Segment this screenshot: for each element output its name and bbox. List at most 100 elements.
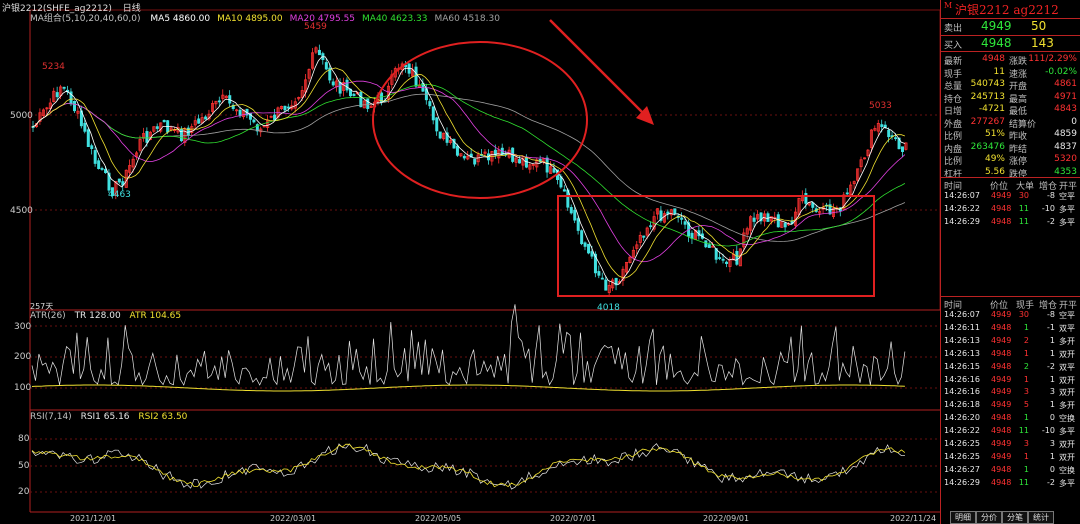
tick-direction: 多开 [1059, 336, 1075, 346]
candle-body [145, 131, 149, 143]
tick-row[interactable]: 14:26:29 4948 11 -2 多平 [941, 216, 1080, 230]
tick-price: 4948 [991, 203, 1012, 213]
candle-body [559, 176, 563, 188]
stat-value: 4971 [1054, 91, 1077, 102]
candle-body [73, 100, 77, 112]
tick-price: 4948 [991, 348, 1012, 358]
price-tick-5000: 5000 [10, 111, 33, 121]
candle-body [93, 150, 97, 164]
candle-body [680, 217, 684, 220]
candle-body [204, 116, 208, 120]
tick-row[interactable]: 14:26:11 4948 1 -1 双平 [941, 322, 1080, 336]
tick-time: 14:26:25 [944, 451, 980, 461]
tick-row[interactable]: 14:26:13 4948 1 1 双开 [941, 348, 1080, 362]
candle-body [707, 244, 711, 248]
atr-label[interactable]: ATR(26) [30, 311, 66, 321]
date-tick-2022-09-01: 2022/09/01 [703, 514, 750, 523]
tick-row[interactable]: 14:26:16 4949 3 3 双开 [941, 386, 1080, 400]
ask-row[interactable]: 卖出 4949 50 [941, 18, 1080, 35]
tick-row[interactable]: 14:26:29 4948 11 -2 多平 [941, 477, 1080, 491]
candle-body [573, 209, 577, 221]
candle-body [100, 168, 104, 170]
rsi1-value: RSI1 65.16 [80, 412, 130, 422]
tick-price: 4948 [991, 464, 1012, 474]
chart-canvas[interactable] [0, 0, 940, 524]
tick-qty: 3 [1023, 439, 1029, 448]
tick-qty: 1 [1023, 348, 1029, 358]
candle-body [62, 86, 66, 89]
tick-row[interactable]: 14:26:16 4949 1 1 双开 [941, 374, 1080, 388]
candle-body [117, 178, 121, 183]
candle-body [438, 131, 442, 139]
tick-direction: 多平 [1059, 204, 1075, 214]
ask-volume: 50 [1031, 19, 1047, 33]
tick-qty: 3 [1023, 387, 1029, 397]
tick-price: 4948 [991, 216, 1012, 226]
rsi-label[interactable]: RSI(7,14) [30, 412, 72, 422]
tick-change: -2 [1047, 216, 1055, 226]
tick-change: 1 [1049, 451, 1055, 461]
tick-direction: 多平 [1059, 217, 1075, 227]
tick-qty: 1 [1023, 374, 1029, 384]
tick-row[interactable]: 14:26:25 4949 3 3 双开 [941, 438, 1080, 452]
stat-value: 4837 [1054, 141, 1077, 152]
atr-tick-200: 200 [14, 352, 32, 362]
ma-legend-label[interactable]: MA组合(5,10,20,40,60,0) [30, 14, 141, 24]
date-tick-2021-12-01: 2021/12/01 [70, 514, 117, 523]
tick-row[interactable]: 14:26:18 4949 5 1 多开 [941, 399, 1080, 413]
tick-row[interactable]: 14:26:25 4949 1 1 双开 [941, 451, 1080, 465]
tab-2[interactable]: 分笔 [1002, 511, 1028, 524]
candle-body [711, 245, 715, 248]
candle-body [683, 221, 687, 225]
tick-time: 14:26:16 [944, 387, 980, 397]
stat-value: -0.02% [1045, 66, 1077, 77]
tick-row[interactable]: 14:26:22 4948 11 -10 多平 [941, 203, 1080, 217]
bid-row[interactable]: 买入 4948 143 [941, 35, 1080, 52]
tick-direction: 双平 [1059, 323, 1075, 333]
candle-body [721, 258, 725, 261]
kline-chart-area[interactable]: 沪银2212(SHFE_ag2212) 日线 MA组合(5,10,20,40,6… [0, 0, 940, 524]
tick-direction: 空平 [1059, 192, 1075, 201]
annotation-high-5459: 5459 [304, 22, 327, 32]
tick-row[interactable]: 14:26:22 4948 11 -10 多平 [941, 425, 1080, 439]
tick-direction: 多开 [1059, 401, 1075, 411]
tick-qty: 2 [1023, 361, 1029, 371]
candle-body [359, 91, 363, 108]
stat-value: 5.56 [984, 166, 1005, 177]
candle-body [552, 168, 556, 173]
tick-time: 14:26:07 [944, 310, 980, 319]
tick-price: 4949 [991, 451, 1012, 461]
tab-1[interactable]: 分价 [976, 511, 1002, 524]
tick-row[interactable]: 14:26:15 4948 2 -2 双平 [941, 361, 1080, 375]
tick-row[interactable]: 14:26:27 4948 1 0 空换 [941, 464, 1080, 478]
tab-3[interactable]: 统计 [1028, 511, 1054, 524]
stat-value: 540743 [970, 79, 1005, 89]
candle-body [725, 261, 729, 264]
stat-value: 277267 [970, 116, 1005, 127]
tick-row[interactable]: 14:26:20 4948 1 0 空换 [941, 412, 1080, 426]
rsi-tick-80: 80 [18, 434, 30, 444]
tick-qty: 1 [1023, 413, 1029, 423]
tick-time: 14:26:20 [944, 413, 980, 423]
ask-price: 4949 [981, 19, 1012, 33]
candle-body [887, 129, 891, 138]
tick-row[interactable]: 14:26:13 4949 2 1 多开 [941, 335, 1080, 349]
tick-row[interactable]: 14:26:07 4949 30 -8 空平 [941, 190, 1080, 204]
rsi-tick-20: 20 [18, 487, 30, 497]
bid-volume: 143 [1031, 36, 1054, 50]
ma-legend-item: MA60 4518.30 [434, 14, 500, 24]
tick-price: 4949 [991, 400, 1012, 410]
tick-change: 3 [1049, 387, 1055, 397]
ma20-line [31, 80, 906, 263]
ma-legend-item: MA40 4623.33 [362, 14, 428, 24]
tab-0[interactable]: 明细 [950, 511, 976, 524]
candle-body [583, 242, 587, 247]
tick-qty: 1 [1023, 322, 1029, 332]
tick-row[interactable]: 14:26:07 4949 30 -8 空平 [941, 309, 1080, 323]
divider [941, 51, 1080, 52]
tick-time: 14:26:22 [944, 203, 980, 213]
candle-body [518, 159, 522, 164]
candle-body [752, 217, 756, 222]
atr-tr-value: TR 128.00 [74, 311, 121, 321]
stat-value: 4843 [1054, 104, 1077, 114]
